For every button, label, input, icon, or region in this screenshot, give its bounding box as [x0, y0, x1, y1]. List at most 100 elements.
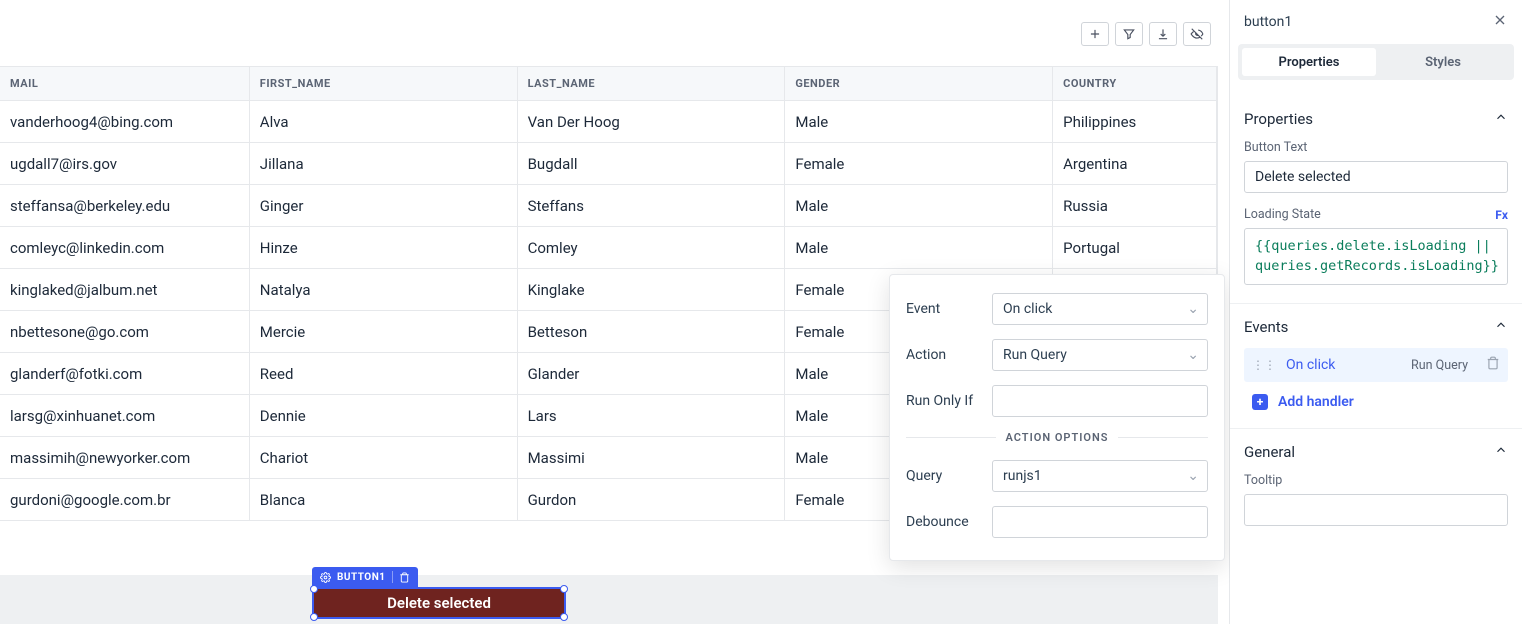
- cell-first-name[interactable]: Blanca: [250, 479, 518, 521]
- resize-handle[interactable]: [310, 613, 318, 621]
- cell-email[interactable]: nbettesone@go.com: [0, 311, 250, 353]
- button-text-input[interactable]: Delete selected: [1244, 161, 1508, 193]
- trash-icon[interactable]: [399, 572, 410, 583]
- query-select[interactable]: runjs1 ⌄: [992, 460, 1208, 492]
- chevron-up-icon[interactable]: [1494, 443, 1508, 461]
- resize-handle[interactable]: [310, 585, 318, 593]
- add-button[interactable]: [1081, 22, 1109, 46]
- inspector-title: button1: [1244, 14, 1292, 30]
- action-select-value: Run Query: [1003, 347, 1067, 363]
- tooltip-input[interactable]: [1244, 494, 1508, 526]
- widget-header-title: BUTTON1: [337, 572, 386, 583]
- column-header-country[interactable]: COUNTRY: [1053, 67, 1217, 101]
- cell-last-name[interactable]: Van Der Hoog: [518, 101, 786, 143]
- loading-state-input[interactable]: {{queries.delete.isLoading || queries.ge…: [1244, 228, 1508, 285]
- cell-gender[interactable]: Male: [785, 185, 1053, 227]
- add-handler-button[interactable]: + Add handler: [1244, 394, 1508, 410]
- column-header-gender[interactable]: GENDER: [785, 67, 1053, 101]
- download-icon: [1156, 27, 1170, 41]
- tab-styles[interactable]: Styles: [1376, 48, 1510, 76]
- debounce-label: Debounce: [906, 514, 992, 530]
- selected-widget: BUTTON1 Delete selected: [312, 587, 566, 619]
- cell-country[interactable]: Philippines: [1053, 101, 1217, 143]
- cell-last-name[interactable]: Gurdon: [518, 479, 786, 521]
- cell-email[interactable]: ugdall7@irs.gov: [0, 143, 250, 185]
- close-icon: [1492, 12, 1508, 28]
- divider: [1118, 437, 1208, 438]
- inspector-tabs: Properties Styles: [1238, 44, 1514, 80]
- cell-email[interactable]: massimih@newyorker.com: [0, 437, 250, 479]
- cell-first-name[interactable]: Dennie: [250, 395, 518, 437]
- divider: [392, 571, 393, 583]
- delete-selected-button[interactable]: Delete selected: [312, 587, 566, 619]
- tab-properties[interactable]: Properties: [1242, 48, 1376, 76]
- cell-last-name[interactable]: Glander: [518, 353, 786, 395]
- resize-handle[interactable]: [560, 585, 568, 593]
- tooltip-label: Tooltip: [1244, 473, 1508, 488]
- drag-handle-icon[interactable]: ⋮⋮: [1252, 358, 1276, 372]
- cell-last-name[interactable]: Comley: [518, 227, 786, 269]
- table-row[interactable]: ugdall7@irs.govJillanaBugdallFemaleArgen…: [0, 143, 1217, 185]
- cell-country[interactable]: Argentina: [1053, 143, 1217, 185]
- inspector-panel: button1 Properties Styles Properties But…: [1230, 0, 1522, 624]
- cell-first-name[interactable]: Natalya: [250, 269, 518, 311]
- cell-first-name[interactable]: Jillana: [250, 143, 518, 185]
- cell-last-name[interactable]: Kinglake: [518, 269, 786, 311]
- cell-first-name[interactable]: Mercie: [250, 311, 518, 353]
- loading-state-expression: {{queries.delete.isLoading || queries.ge…: [1255, 238, 1499, 274]
- fx-toggle[interactable]: Fx: [1495, 208, 1508, 222]
- plus-icon: +: [1252, 394, 1268, 410]
- cell-email[interactable]: kinglaked@jalbum.net: [0, 269, 250, 311]
- general-section: General Tooltip: [1230, 429, 1522, 544]
- column-header-first-name[interactable]: FIRST_NAME: [250, 67, 518, 101]
- cell-first-name[interactable]: Chariot: [250, 437, 518, 479]
- cell-last-name[interactable]: Steffans: [518, 185, 786, 227]
- cell-email[interactable]: gurdoni@google.com.br: [0, 479, 250, 521]
- filter-button[interactable]: [1115, 22, 1143, 46]
- column-header-last-name[interactable]: LAST_NAME: [518, 67, 786, 101]
- cell-last-name[interactable]: Bugdall: [518, 143, 786, 185]
- table-row[interactable]: steffansa@berkeley.eduGingerSteffansMale…: [0, 185, 1217, 227]
- cell-email[interactable]: larsg@xinhuanet.com: [0, 395, 250, 437]
- cell-email[interactable]: vanderhoog4@bing.com: [0, 101, 250, 143]
- download-button[interactable]: [1149, 22, 1177, 46]
- cell-first-name[interactable]: Ginger: [250, 185, 518, 227]
- delete-event-button[interactable]: [1486, 356, 1500, 374]
- event-select[interactable]: On click ⌄: [992, 293, 1208, 325]
- table-row[interactable]: comleyc@linkedin.comHinzeComleyMalePortu…: [0, 227, 1217, 269]
- column-header-mail[interactable]: MAIL: [0, 67, 250, 101]
- cell-last-name[interactable]: Massimi: [518, 437, 786, 479]
- properties-section-title: Properties: [1244, 110, 1313, 128]
- cell-country[interactable]: Portugal: [1053, 227, 1217, 269]
- widget-header[interactable]: BUTTON1: [312, 567, 418, 587]
- chevron-down-icon: ⌄: [1187, 301, 1199, 317]
- action-select[interactable]: Run Query ⌄: [992, 339, 1208, 371]
- event-popover: Event On click ⌄ Action Run Query ⌄ Run …: [889, 274, 1225, 561]
- cell-last-name[interactable]: Lars: [518, 395, 786, 437]
- table-row[interactable]: vanderhoog4@bing.comAlvaVan Der HoogMale…: [0, 101, 1217, 143]
- hide-button[interactable]: [1183, 22, 1211, 46]
- table-toolbar: [1081, 22, 1211, 46]
- cell-email[interactable]: glanderf@fotki.com: [0, 353, 250, 395]
- run-only-if-input[interactable]: [992, 385, 1208, 417]
- cell-first-name[interactable]: Hinze: [250, 227, 518, 269]
- cell-gender[interactable]: Male: [785, 101, 1053, 143]
- close-button[interactable]: [1492, 12, 1508, 32]
- cell-gender[interactable]: Female: [785, 143, 1053, 185]
- event-select-value: On click: [1003, 301, 1052, 317]
- cell-email[interactable]: comleyc@linkedin.com: [0, 227, 250, 269]
- filter-icon: [1122, 27, 1136, 41]
- cell-last-name[interactable]: Betteson: [518, 311, 786, 353]
- chevron-up-icon[interactable]: [1494, 318, 1508, 336]
- table-header-row: MAIL FIRST_NAME LAST_NAME GENDER COUNTRY: [0, 67, 1217, 101]
- plus-icon: [1088, 27, 1102, 41]
- cell-first-name[interactable]: Reed: [250, 353, 518, 395]
- cell-first-name[interactable]: Alva: [250, 101, 518, 143]
- cell-email[interactable]: steffansa@berkeley.edu: [0, 185, 250, 227]
- chevron-up-icon[interactable]: [1494, 110, 1508, 128]
- cell-country[interactable]: Russia: [1053, 185, 1217, 227]
- debounce-input[interactable]: [992, 506, 1208, 538]
- event-item[interactable]: ⋮⋮ On click Run Query: [1244, 348, 1508, 382]
- resize-handle[interactable]: [560, 613, 568, 621]
- cell-gender[interactable]: Male: [785, 227, 1053, 269]
